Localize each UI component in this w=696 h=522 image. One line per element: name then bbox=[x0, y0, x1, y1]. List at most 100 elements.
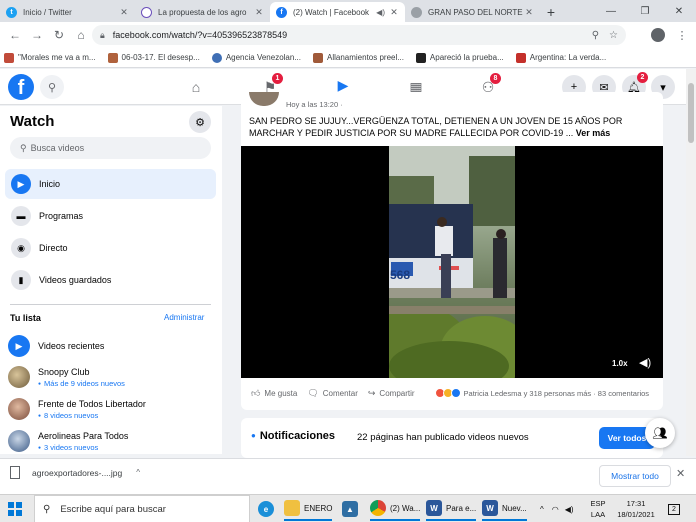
gear-icon[interactable]: ⚙ bbox=[189, 111, 211, 133]
bookmark[interactable]: Argentina: La verda... bbox=[515, 52, 606, 63]
close-tab-icon[interactable]: ✕ bbox=[524, 7, 534, 18]
language-indicator[interactable]: ESP LAA bbox=[586, 498, 610, 520]
list-item-name: Snoopy Club bbox=[38, 366, 90, 377]
star-icon[interactable]: ☆ bbox=[609, 30, 618, 41]
sidebar-item-guardados[interactable]: ▮ Videos guardados bbox=[5, 265, 216, 295]
notifications-badge: 2 bbox=[637, 72, 648, 83]
show-all-button[interactable]: Mostrar todo bbox=[599, 465, 671, 487]
list-item-page[interactable]: Snoopy Club Más de 9 videos nuevos bbox=[8, 364, 218, 390]
forward-icon[interactable]: → bbox=[26, 24, 48, 46]
list-item-page[interactable]: Frente de Todos Libertador 8 videos nuev… bbox=[8, 396, 218, 422]
search-icon[interactable]: ⚲ bbox=[40, 75, 64, 99]
bookmark[interactable]: Agencia Venezolan... bbox=[211, 52, 301, 63]
list-item-page[interactable]: Aerolineas Para Todos 3 videos nuevos bbox=[8, 428, 218, 454]
avatar[interactable] bbox=[249, 92, 279, 106]
bookmark[interactable]: Allanamientos preel... bbox=[312, 52, 404, 63]
people-icon[interactable]: 👥︎ bbox=[645, 418, 675, 448]
clock[interactable]: 17:31 18/01/2021 bbox=[612, 498, 660, 520]
bookmark-icon bbox=[415, 52, 426, 63]
word-app[interactable]: W Para e... bbox=[426, 497, 477, 521]
sidebar-item-directo[interactable]: ◉ Directo bbox=[5, 233, 216, 263]
downloaded-file[interactable]: agroexportadores-....jpg ^ bbox=[10, 466, 140, 479]
chevron-up-icon[interactable]: ^ bbox=[540, 505, 544, 514]
speaker-icon[interactable]: ◀) bbox=[376, 8, 385, 17]
clock-date: 18/01/2021 bbox=[617, 510, 655, 519]
reactions-summary[interactable]: Patricia Ledesma y 318 personas más · 83… bbox=[464, 389, 650, 398]
app-icon[interactable]: ▲ bbox=[342, 497, 362, 521]
wifi-icon[interactable]: ◠ bbox=[552, 505, 559, 514]
minimize-icon[interactable]: — bbox=[594, 0, 628, 22]
scrollbar-thumb[interactable] bbox=[688, 83, 694, 143]
sidebar-item-inicio[interactable]: ▶ Inicio bbox=[5, 169, 216, 199]
bookmark[interactable]: 06-03-17. El desesp... bbox=[107, 52, 200, 63]
list-item-recent[interactable]: ▶ Videos recientes bbox=[8, 333, 218, 359]
new-tab-button[interactable]: + bbox=[540, 2, 562, 22]
twitter-icon: t bbox=[6, 6, 17, 18]
edge-icon: e bbox=[258, 501, 274, 517]
facebook-icon: f bbox=[276, 6, 287, 18]
bookmark[interactable]: "Morales me va a m... bbox=[4, 52, 96, 63]
chrome-icon bbox=[370, 500, 386, 516]
avatar bbox=[8, 366, 30, 388]
url-field[interactable]: 🔒︎ facebook.com/watch/?v=405396523878549… bbox=[92, 25, 626, 45]
browser-tab-gran-paso[interactable]: GRAN PASO DEL NORTE ✕ bbox=[405, 2, 540, 22]
zoom-icon[interactable]: ⚲ bbox=[592, 30, 599, 41]
bookmark-label: "Morales me va a m... bbox=[18, 53, 96, 62]
close-tab-icon[interactable]: ✕ bbox=[254, 7, 264, 18]
edge-app[interactable]: e bbox=[258, 497, 278, 521]
menu-icon[interactable]: ⋮ bbox=[670, 22, 694, 48]
tab-title: (2) Watch | Facebook bbox=[293, 7, 370, 17]
browser-tab-facebook[interactable]: f (2) Watch | Facebook ◀) ✕ bbox=[270, 2, 405, 22]
manage-link[interactable]: Administrar bbox=[164, 313, 204, 322]
close-tab-icon[interactable]: ✕ bbox=[119, 7, 129, 18]
reload-icon[interactable]: ↻ bbox=[48, 24, 70, 46]
chevron-up-icon[interactable]: ^ bbox=[136, 468, 140, 477]
taskbar-app-label: Nuev... bbox=[502, 503, 527, 513]
browser-tab-twitter[interactable]: t Inicio / Twitter ✕ bbox=[0, 2, 135, 22]
share-button[interactable]: ↪ Compartir bbox=[368, 388, 415, 399]
thumbs-up-icon: 👍︎ bbox=[251, 387, 261, 398]
sidebar-item-label: Programas bbox=[39, 211, 84, 221]
groups-badge: 8 bbox=[490, 73, 501, 84]
notification-count: 2 bbox=[668, 503, 680, 515]
home-icon[interactable]: ⌂ bbox=[166, 69, 226, 105]
restore-icon[interactable]: ❐ bbox=[628, 0, 662, 22]
close-icon[interactable]: ✕ bbox=[676, 467, 685, 480]
chrome-app[interactable]: (2) Wa... bbox=[370, 497, 421, 521]
back-icon[interactable]: ← bbox=[4, 24, 26, 46]
search-input[interactable] bbox=[30, 143, 191, 153]
share-label: Compartir bbox=[379, 388, 415, 398]
bookmark[interactable]: Apareció la prueba... bbox=[415, 52, 504, 63]
comment-button[interactable]: 🗨︎ Comentar bbox=[307, 388, 358, 399]
home-icon[interactable]: ⌂ bbox=[70, 24, 92, 46]
avatar[interactable] bbox=[646, 22, 670, 48]
reactions-icon[interactable] bbox=[434, 388, 461, 398]
like-button[interactable]: 👍︎ Me gusta bbox=[251, 388, 297, 399]
playback-speed[interactable]: 1.0x bbox=[612, 359, 628, 368]
folder-app[interactable]: ENERO bbox=[284, 497, 333, 521]
browser-tab-propuesta[interactable]: La propuesta de los agro ✕ bbox=[135, 2, 270, 22]
close-tab-icon[interactable]: ✕ bbox=[389, 7, 399, 18]
sidebar-item-programas[interactable]: ▬ Programas bbox=[5, 201, 216, 231]
sidebar-item-label: Videos guardados bbox=[39, 275, 112, 285]
bookmarks-bar: "Morales me va a m... 06-03-17. El deses… bbox=[0, 48, 696, 68]
close-window-icon[interactable]: ✕ bbox=[662, 0, 696, 22]
see-more-link[interactable]: Ver más bbox=[576, 128, 611, 138]
youtube-icon bbox=[515, 52, 526, 63]
taskbar-search[interactable]: ⚲ Escribe aquí para buscar bbox=[34, 495, 250, 522]
volume-icon[interactable]: ◀) bbox=[639, 356, 651, 369]
page-scrollbar[interactable] bbox=[686, 69, 696, 456]
address-bar: ← → ↻ ⌂ 🔒︎ facebook.com/watch/?v=4053965… bbox=[0, 22, 696, 48]
volume-icon[interactable]: ◀) bbox=[565, 505, 574, 514]
action-center-icon[interactable]: 2 bbox=[668, 495, 680, 522]
clock-time: 17:31 bbox=[626, 499, 646, 508]
globe-icon bbox=[411, 6, 422, 18]
video-player[interactable]: 568 1.0x ◀) bbox=[241, 146, 663, 378]
search-videos-field[interactable]: ⚲ bbox=[10, 137, 211, 159]
word-app[interactable]: W Nuev... bbox=[482, 497, 527, 521]
windows-start-icon[interactable] bbox=[8, 502, 22, 516]
facebook-logo[interactable]: f bbox=[8, 74, 34, 100]
clapper-icon: ▬ bbox=[11, 206, 31, 226]
post-timestamp[interactable]: Hoy a las 13:20 · bbox=[286, 100, 343, 109]
browser-tab-strip: t Inicio / Twitter ✕ La propuesta de los… bbox=[0, 0, 696, 22]
